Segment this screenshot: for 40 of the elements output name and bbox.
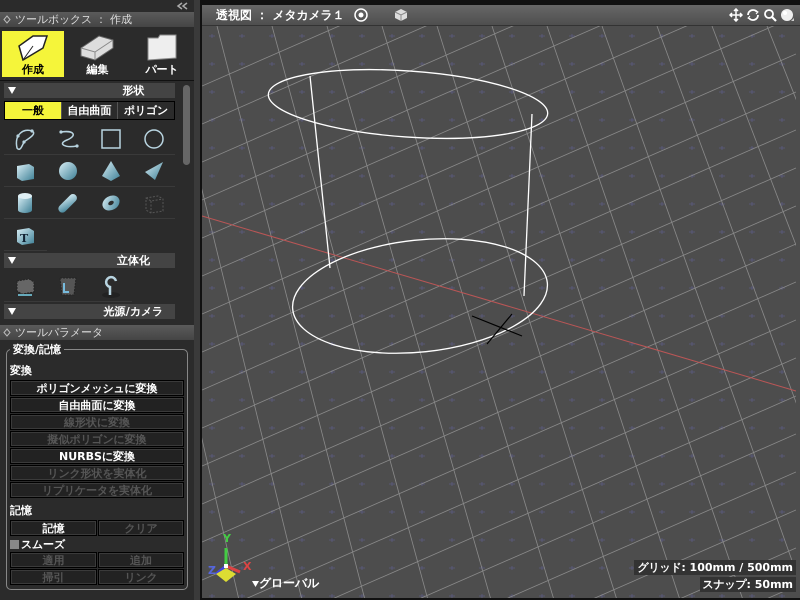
command-button[interactable]: 自由曲面に変換 — [10, 397, 184, 413]
search-icon[interactable] — [763, 8, 777, 22]
cursor-crosshair — [472, 314, 522, 344]
coordinate-mode[interactable]: グローバル — [252, 575, 319, 592]
grid-info: グリッド: 100mm / 500mm — [634, 560, 796, 575]
expand-triangle-icon[interactable] — [8, 257, 16, 264]
group-title: 変換/記憶 — [12, 342, 62, 357]
checkbox[interactable] — [10, 540, 19, 548]
command-button[interactable]: ポリゴンメッシュに変換 — [10, 380, 184, 396]
axis-label: Z — [208, 564, 216, 577]
diamond-icon — [3, 328, 11, 337]
mode-tab[interactable]: 作成 — [2, 31, 64, 77]
subtab[interactable]: 一般 — [5, 102, 61, 119]
snap-info: スナップ: 50mm — [700, 577, 796, 592]
section-label: 記憶 — [10, 503, 33, 518]
panel-title: ツールボックス ： 作成 — [15, 12, 132, 27]
checkbox-label: スムーズ — [21, 536, 65, 552]
scrollbar-thumb[interactable] — [183, 85, 190, 165]
section-label: 変換 — [10, 363, 33, 378]
rotate-icon[interactable] — [746, 8, 760, 22]
axis-label: X — [243, 560, 252, 573]
target-icon[interactable] — [354, 8, 368, 22]
mode-tab[interactable]: 編集 — [66, 31, 129, 77]
move-icon[interactable] — [729, 8, 743, 22]
panel-title: ツールパラメータ — [15, 325, 103, 340]
cube-icon[interactable] — [394, 8, 408, 22]
diamond-icon — [3, 15, 11, 24]
view-title[interactable]: 透視図 ： メタカメラ１ — [216, 6, 344, 24]
sphere-icon[interactable] — [780, 8, 794, 22]
mode-tab[interactable]: パート — [130, 31, 193, 77]
section-header[interactable]: 立体化 — [4, 253, 175, 268]
section-header[interactable]: 形状 — [4, 83, 175, 98]
command-button[interactable]: 記憶 — [10, 520, 96, 536]
expand-triangle-icon[interactable] — [8, 308, 16, 315]
axis-label: Y — [223, 532, 231, 545]
collapse-icon[interactable] — [176, 2, 188, 10]
command-button[interactable]: NURBSに変換 — [10, 448, 184, 464]
dropdown-triangle-icon — [252, 581, 259, 587]
expand-triangle-icon[interactable] — [8, 87, 16, 94]
section-header[interactable]: 光源/カメラ — [4, 304, 175, 319]
